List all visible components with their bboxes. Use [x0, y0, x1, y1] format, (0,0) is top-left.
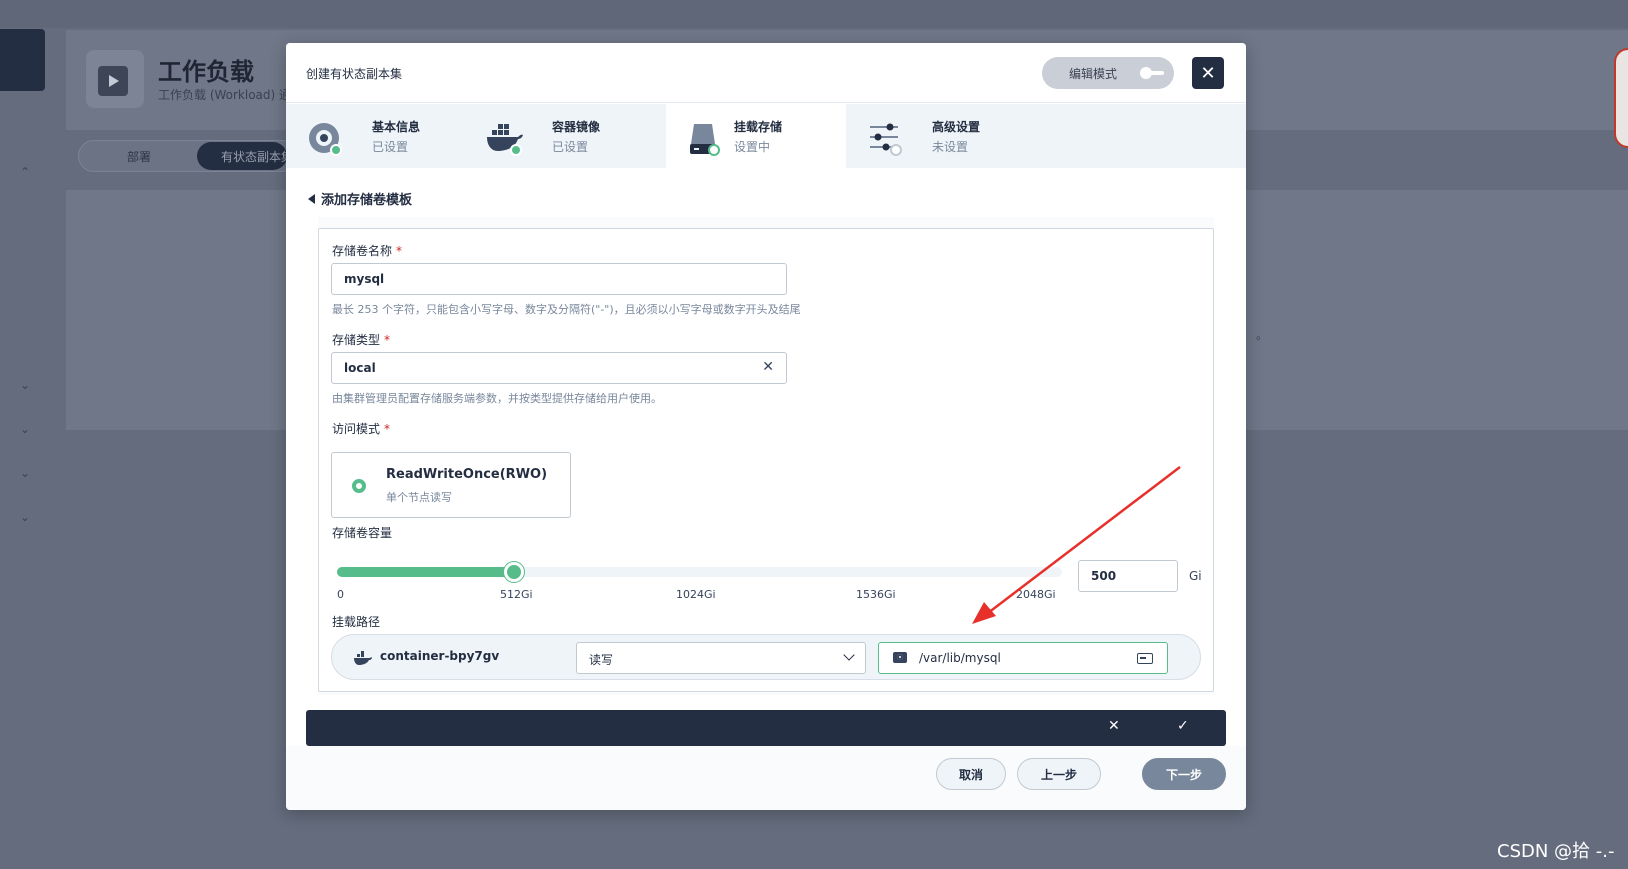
mount-mode-select[interactable]: 读写 [576, 642, 866, 674]
storage-type-label: 存储类型 * [332, 333, 391, 347]
capacity-input[interactable]: 500 [1078, 560, 1178, 592]
mount-path-label: 挂载路径 [332, 615, 381, 629]
chevron-down-icon[interactable]: ⌄ [20, 422, 30, 436]
chevron-up-icon[interactable]: ⌃ [20, 165, 30, 179]
slider-tick: 1536Gi [856, 588, 896, 601]
form-action-bar: ✕ ✓ [306, 710, 1226, 746]
storage-type-hint: 由集群管理员配置存储服务端参数，并按类型提供存储给用户使用。 [332, 392, 662, 405]
close-button[interactable]: ✕ [1192, 57, 1224, 89]
watermark: CSDN @拾 -.- [1497, 841, 1615, 862]
sidebar-collapsed-block [0, 29, 45, 91]
step-container-image[interactable]: 容器镜像 已设置 [466, 104, 646, 168]
modal-title: 创建有状态副本集 [306, 67, 403, 81]
step-state: 已设置 [372, 140, 409, 154]
confirm-form-icon[interactable]: ✓ [1177, 718, 1189, 734]
slider-handle[interactable] [504, 562, 524, 582]
top-bar [0, 0, 1628, 28]
chevron-down-icon [843, 649, 855, 661]
step-name: 高级设置 [932, 120, 981, 134]
chevron-down-icon[interactable]: ⌄ [20, 466, 30, 480]
step-name: 挂载存储 [734, 120, 783, 134]
page-subtitle: 工作负载 (Workload) 通 [158, 88, 292, 102]
chevron-down-icon[interactable]: ⌄ [20, 378, 30, 392]
step-done-badge [510, 144, 522, 156]
step-name: 容器镜像 [552, 120, 601, 134]
clear-icon[interactable]: ✕ [762, 359, 774, 375]
background-text-fragment: 。 [1256, 328, 1269, 342]
storage-type-value: local [344, 361, 376, 375]
step-state: 未设置 [932, 140, 969, 154]
mount-path-value: /var/lib/mysql [919, 651, 1001, 665]
workload-app-icon [86, 50, 144, 108]
step-done-badge [330, 144, 342, 156]
step-advanced-settings[interactable]: 高级设置 未设置 [846, 104, 1026, 168]
capacity-label: 存储卷容量 [332, 526, 393, 540]
access-mode-option-rwo[interactable]: ReadWriteOnce(RWO) 单个节点读写 [331, 452, 571, 518]
volume-name-hint: 最长 253 个字符，只能包含小写字母、数字及分隔符("-")，且必须以小写字母… [332, 303, 801, 316]
slider-tick: 0 [337, 588, 344, 601]
modal-header: 创建有状态副本集 编辑模式 ✕ [286, 43, 1246, 103]
volume-name-label: 存储卷名称 * [332, 244, 403, 258]
step-state: 设置中 [734, 140, 771, 154]
wizard-steps: 基本信息 已设置 容器镜像 已设置 挂载存储 设置中 高级设置 未设置 [286, 104, 1246, 168]
mount-path-row: container-bpy7gv 读写 /var/lib/mysql [331, 634, 1201, 680]
volume-name-input[interactable]: mysql [331, 263, 787, 295]
close-icon: ✕ [1200, 62, 1216, 84]
tab-deployments[interactable]: 部署 [127, 148, 151, 165]
section-title: 添加存储卷模板 [321, 193, 413, 208]
cancel-button[interactable]: 取消 [936, 758, 1006, 790]
modal-footer: 取消 上一步 下一步 [286, 746, 1246, 810]
capacity-slider[interactable] [337, 562, 1062, 582]
cancel-form-icon[interactable]: ✕ [1108, 718, 1120, 734]
edit-mode-toggle-button[interactable]: 编辑模式 [1042, 57, 1174, 89]
create-statefulset-modal: 创建有状态副本集 编辑模式 ✕ 基本信息 已设置 容器镜像 已设置 挂载存储 设… [286, 43, 1246, 810]
tab-statefulsets[interactable]: 有状态副本集 [197, 142, 287, 170]
step-pending-badge [890, 144, 902, 156]
back-to-volume-list-button[interactable]: 添加存储卷模板 [308, 189, 412, 208]
slider-tick: 512Gi [500, 588, 533, 601]
mount-path-input[interactable]: /var/lib/mysql [878, 642, 1168, 674]
radio-selected-icon [352, 479, 366, 493]
slider-tick: 1024Gi [676, 588, 716, 601]
step-state: 已设置 [552, 140, 589, 154]
toggle-switch-icon [1140, 67, 1164, 79]
edit-mode-label: 编辑模式 [1069, 66, 1118, 81]
mascot-decoration [1614, 48, 1628, 148]
step-mount-storage[interactable]: 挂载存储 设置中 [666, 104, 846, 168]
storage-type-select[interactable]: local ✕ [331, 352, 787, 384]
next-step-button[interactable]: 下一步 [1142, 758, 1226, 790]
page-title: 工作负载 [158, 58, 254, 86]
mount-mode-value: 读写 [589, 653, 614, 667]
capacity-unit: Gi [1189, 569, 1202, 583]
access-mode-description: 单个节点读写 [386, 491, 452, 504]
slider-tick: 2048Gi [1016, 588, 1056, 601]
back-arrow-icon [308, 193, 315, 204]
access-mode-title: ReadWriteOnce(RWO) [386, 467, 548, 482]
volume-template-form: 存储卷名称 * mysql 最长 253 个字符，只能包含小写字母、数字及分隔符(… [318, 228, 1214, 692]
chevron-down-icon[interactable]: ⌄ [20, 510, 30, 524]
step-in-progress-badge [708, 144, 720, 156]
slider-fill [337, 567, 514, 577]
container-name: container-bpy7gv [380, 649, 500, 663]
docker-icon [354, 651, 372, 665]
keyboard-icon[interactable] [1137, 653, 1153, 664]
previous-step-button[interactable]: 上一步 [1017, 758, 1101, 790]
access-mode-label: 访问模式 * [332, 422, 391, 436]
step-basic-info[interactable]: 基本信息 已设置 [286, 104, 466, 168]
camera-icon [893, 652, 907, 663]
step-name: 基本信息 [372, 120, 421, 134]
